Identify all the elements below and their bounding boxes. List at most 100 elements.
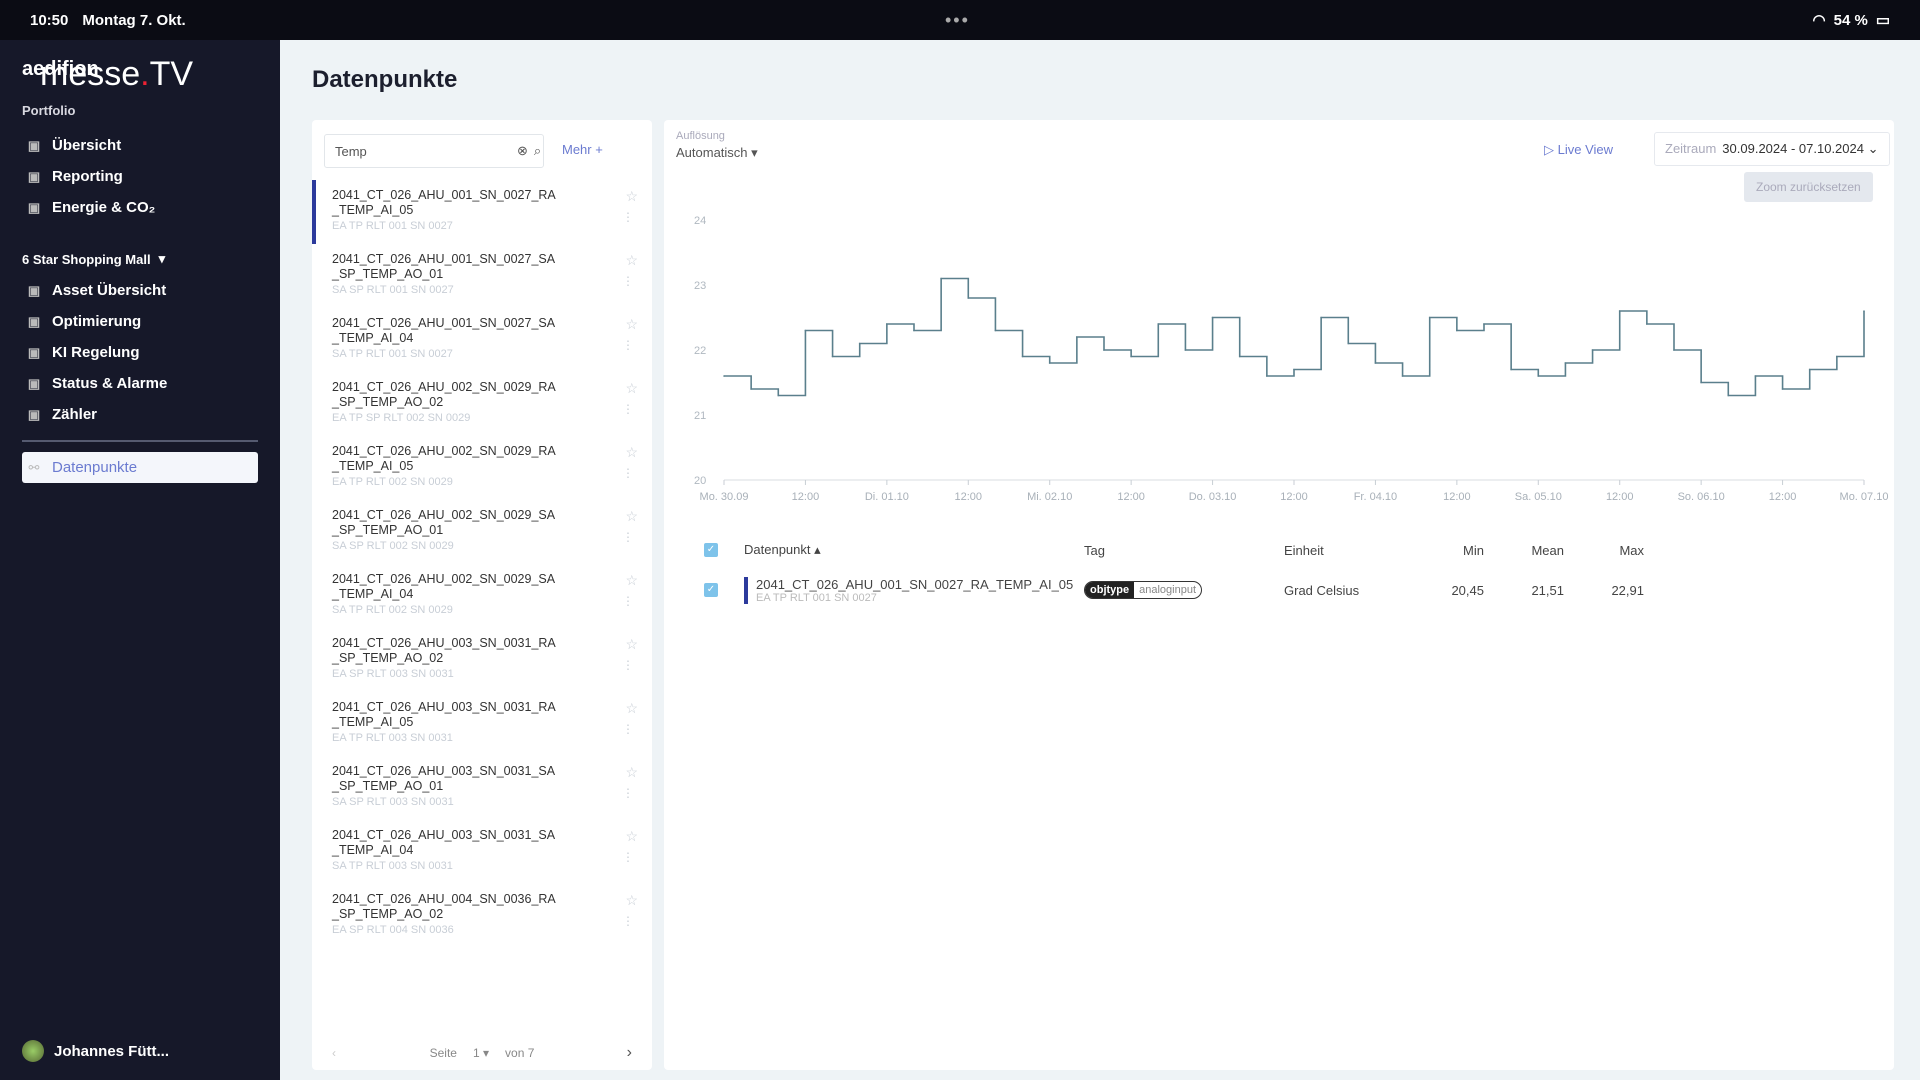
data-point	[1347, 342, 1350, 345]
more-icon[interactable]: ⋮	[622, 594, 634, 608]
search-icon[interactable]: ⌕	[534, 143, 541, 159]
data-point	[804, 329, 807, 332]
data-point	[1754, 375, 1757, 377]
data-point	[1428, 316, 1431, 319]
more-icon[interactable]: ⋮	[622, 658, 634, 672]
page-select[interactable]: 1 ▾	[473, 1046, 489, 1060]
list-item[interactable]: 2041_CT_026_AHU_003_SN_0031_RA_TEMP_AI_0…	[312, 692, 652, 756]
next-page-icon[interactable]: ›	[627, 1044, 632, 1062]
page-label: Seite	[429, 1046, 457, 1060]
sidebar-item-datenpunkte[interactable]: ⚯ Datenpunkte	[22, 452, 258, 483]
y-tick-label: 23	[694, 280, 706, 292]
list-item[interactable]: 2041_CT_026_AHU_002_SN_0029_RA_TEMP_AI_0…	[312, 436, 652, 500]
data-point	[831, 355, 834, 358]
temperature-chart[interactable]: 20 21 22 23 24 Mo. 30.09 12:00 Di. 01.10 12:00 Mi…	[664, 200, 1894, 520]
user-menu[interactable]: Johannes Fütt...	[22, 1040, 169, 1062]
more-icon[interactable]: ⋮	[622, 850, 634, 864]
data-point	[750, 388, 752, 390]
list-item[interactable]: 2041_CT_026_AHU_002_SN_0029_SA_TEMP_AI_0…	[312, 564, 652, 628]
more-icon[interactable]: ⋮	[622, 274, 634, 288]
star-icon[interactable]: ☆	[625, 188, 638, 205]
data-point	[1401, 375, 1404, 377]
clear-icon[interactable]: ⊗	[517, 143, 528, 159]
y-tick-label: 24	[694, 215, 706, 227]
star-icon[interactable]: ☆	[625, 636, 638, 653]
list-item[interactable]: 2041_CT_026_AHU_001_SN_0027_SA_SP_TEMP_A…	[312, 244, 652, 308]
more-icon[interactable]: ⋮	[622, 402, 634, 416]
zoom-reset-button[interactable]: Zoom zurücksetzen	[1744, 172, 1873, 202]
more-icon[interactable]: ⋮	[622, 466, 634, 480]
x-tick-label: 12:00	[955, 491, 983, 503]
list-item[interactable]: 2041_CT_026_AHU_003_SN_0031_SA_TEMP_AI_0…	[312, 820, 652, 884]
more-icon[interactable]: ⋮	[622, 722, 634, 736]
sidebar-item[interactable]: ▣ Reporting	[22, 161, 258, 192]
star-icon[interactable]: ☆	[625, 764, 638, 781]
more-icon[interactable]: ⋮	[622, 786, 634, 800]
star-icon[interactable]: ☆	[625, 700, 638, 717]
battery-icon: ▭	[1875, 12, 1890, 29]
star-icon[interactable]: ☆	[625, 572, 638, 589]
list-item[interactable]: 2041_CT_026_AHU_002_SN_0029_RA_SP_TEMP_A…	[312, 372, 652, 436]
document-icon: ▣	[27, 168, 41, 184]
item-name: 2041_CT_026_AHU_002_SN_0029_RA_TEMP_AI_0…	[332, 444, 556, 473]
datapoint-list-panel: ⊗ ⌕ Mehr + 2041_CT_026_AHU_001_SN_0027_RA…	[312, 120, 652, 1070]
chart-panel: Auflösung Automatisch ▾ ▷ Live View Zeitr…	[664, 120, 1894, 1070]
sidebar-item[interactable]: ▣ Asset Übersicht	[22, 275, 258, 306]
item-sub: EA TP RLT 002 SN 0029	[332, 476, 453, 488]
data-point	[1537, 375, 1540, 377]
row-checkbox[interactable]: ✓	[704, 583, 718, 597]
star-icon[interactable]: ☆	[625, 316, 638, 333]
list-item[interactable]: 2041_CT_026_AHU_001_SN_0027_RA_TEMP_AI_0…	[312, 180, 652, 244]
data-point	[1727, 394, 1730, 397]
sidebar-item[interactable]: ▣ Übersicht	[22, 130, 258, 161]
multitasking-dots[interactable]: •••	[945, 10, 970, 31]
sidebar-item[interactable]: ▣ Optimierung	[22, 306, 258, 337]
more-icon[interactable]: ⋮	[622, 530, 634, 544]
chart-icon: ▣	[27, 199, 41, 215]
page-title: Datenpunkte	[312, 66, 458, 93]
list-item[interactable]: 2041_CT_026_AHU_003_SN_0031_RA_SP_TEMP_A…	[312, 628, 652, 692]
asset-icon: ▣	[27, 282, 41, 298]
star-icon[interactable]: ☆	[625, 508, 638, 525]
star-icon[interactable]: ☆	[625, 444, 638, 461]
col-max: Max	[1619, 542, 1644, 558]
item-sub: EA TP RLT 001 SN 0027	[332, 220, 453, 232]
sidebar-item[interactable]: ▣ Zähler	[22, 399, 258, 430]
sidebar-item[interactable]: ▣ KI Regelung	[22, 337, 258, 368]
table-row[interactable]: ✓ 2041_CT_026_AHU_001_SN_0027_RA_TEMP_AI…	[704, 570, 1864, 610]
row-max: 22,91	[1611, 582, 1644, 598]
row-sub: EA TP RLT 001 SN 0027	[756, 591, 877, 604]
sidebar-item[interactable]: ▣ Energie & CO₂	[22, 192, 258, 223]
item-name: 2041_CT_026_AHU_003_SN_0031_SA_SP_TEMP_A…	[332, 764, 556, 793]
list-item[interactable]: 2041_CT_026_AHU_001_SN_0027_SA_TEMP_AI_0…	[312, 308, 652, 372]
more-icon[interactable]: ⋮	[622, 914, 634, 928]
tools-icon: ▣	[27, 344, 41, 360]
list-item[interactable]: 2041_CT_026_AHU_003_SN_0031_SA_SP_TEMP_A…	[312, 756, 652, 820]
x-tick-label: Do. 03.10	[1189, 491, 1237, 503]
star-icon[interactable]: ☆	[625, 252, 638, 269]
select-all-checkbox[interactable]: ✓	[704, 543, 718, 557]
list-item[interactable]: 2041_CT_026_AHU_004_SN_0036_RA_SP_TEMP_A…	[312, 884, 652, 948]
col-datapoint[interactable]: Datenpunkt ▴	[744, 542, 1084, 558]
live-view-button[interactable]: ▷ Live View	[1544, 142, 1613, 158]
list-item[interactable]: 2041_CT_026_AHU_002_SN_0029_SA_SP_TEMP_A…	[312, 500, 652, 564]
more-icon[interactable]: ⋮	[622, 210, 634, 224]
star-icon[interactable]: ☆	[625, 380, 638, 397]
date-range-picker[interactable]: Zeitraum 30.09.2024 - 07.10.2024 ⌄	[1654, 132, 1890, 166]
wifi-icon: ◠	[1812, 12, 1826, 29]
sidebar-item[interactable]: ▣ Status & Alarme	[22, 368, 258, 399]
star-icon[interactable]: ☆	[625, 892, 638, 909]
star-icon[interactable]: ☆	[625, 828, 638, 845]
table-header: ✓ Datenpunkt ▴ Tag Einheit Min Mean Max	[704, 530, 1864, 570]
tag-badge[interactable]: objtype analoginput	[1084, 581, 1203, 599]
search-input[interactable]	[335, 143, 511, 159]
project-selector[interactable]: 6 Star Shopping Mall ▾	[22, 251, 258, 267]
more-filters-button[interactable]: Mehr +	[562, 142, 603, 157]
resolution-select[interactable]: Auflösung Automatisch ▾	[676, 130, 758, 161]
meter-icon: ▣	[27, 406, 41, 422]
x-tick-label: So. 06.10	[1678, 491, 1725, 503]
data-point	[858, 342, 861, 345]
prev-page-icon[interactable]: ‹	[332, 1046, 336, 1060]
more-icon[interactable]: ⋮	[622, 338, 634, 352]
sidebar-item-label: KI Regelung	[52, 344, 140, 361]
